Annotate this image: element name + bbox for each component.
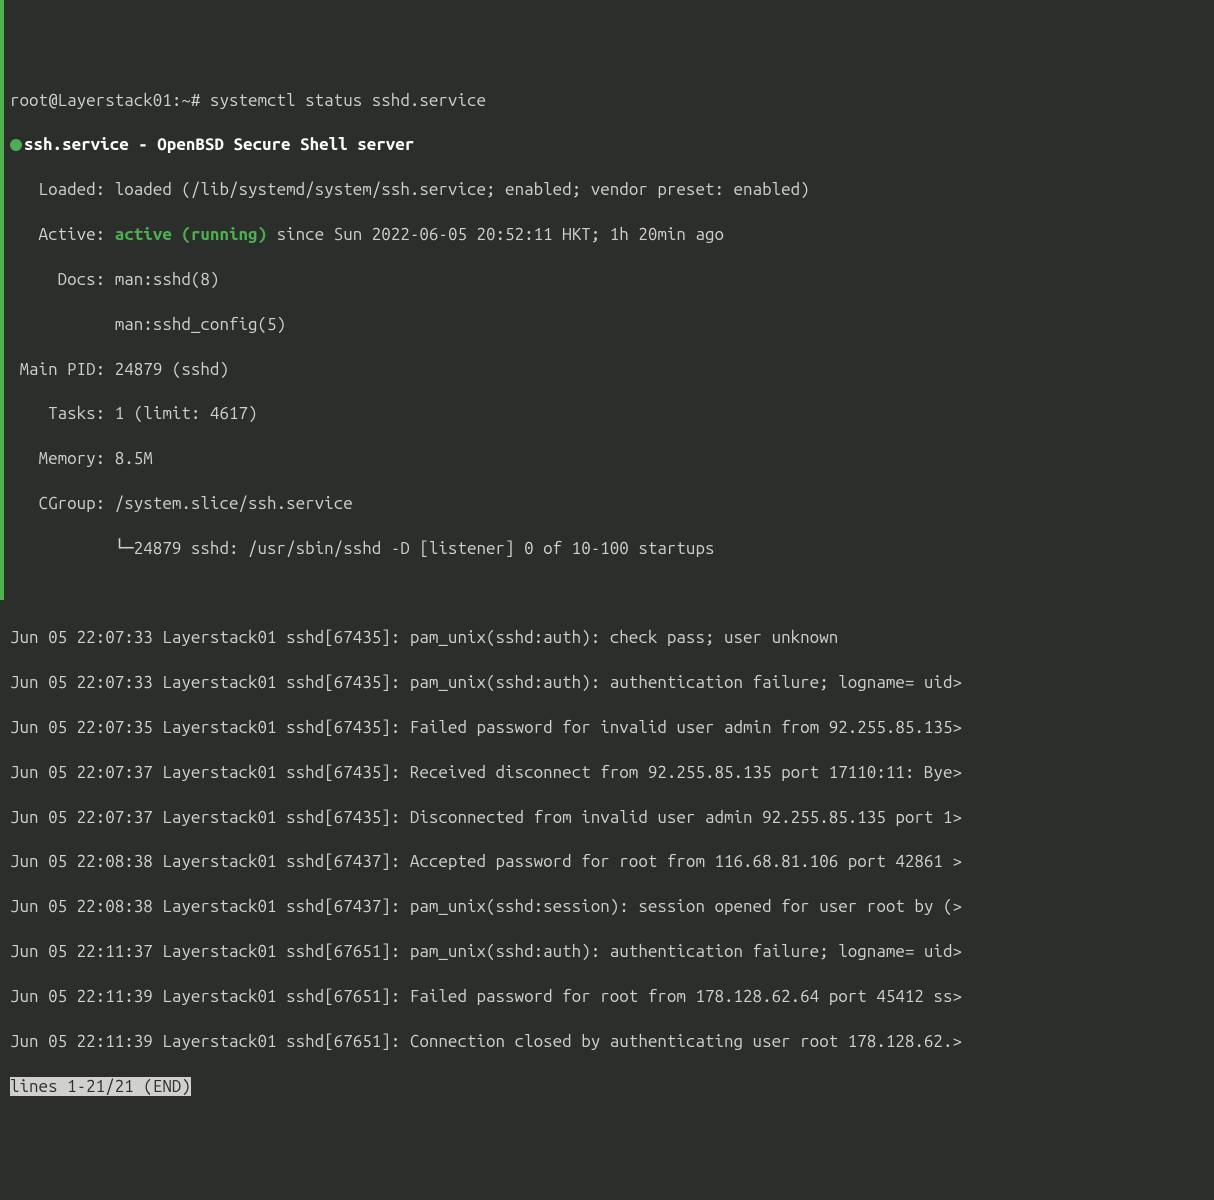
command-text: systemctl status sshd.service	[210, 91, 486, 110]
loaded-line: Loaded: loaded (/lib/systemd/system/ssh.…	[10, 179, 1214, 201]
memory-label: Memory:	[10, 449, 115, 468]
log-line: Jun 05 22:07:37 Layerstack01 sshd[67435]…	[10, 807, 1214, 829]
shell-prompt: root@Layerstack01:~#	[10, 91, 210, 110]
active-label: Active:	[10, 225, 115, 244]
cgroup-value: /system.slice/ssh.service	[115, 494, 353, 513]
tasks-label: Tasks:	[10, 404, 115, 423]
active-since: since Sun 2022-06-05 20:52:11 HKT; 1h 20…	[267, 225, 724, 244]
docs-line-1: Docs: man:sshd(8)	[10, 269, 1214, 291]
tasks-line: Tasks: 1 (limit: 4617)	[10, 403, 1214, 425]
log-line: Jun 05 22:08:38 Layerstack01 sshd[67437]…	[10, 851, 1214, 873]
log-line: Jun 05 22:08:38 Layerstack01 sshd[67437]…	[10, 896, 1214, 918]
log-line: Jun 05 22:07:33 Layerstack01 sshd[67435]…	[10, 627, 1214, 649]
tasks-value: 1 (limit: 4617)	[115, 404, 258, 423]
loaded-label: Loaded:	[10, 180, 115, 199]
prompt-line: root@Layerstack01:~# systemctl status ss…	[10, 90, 1214, 112]
active-status: active (running)	[115, 225, 267, 244]
cgroup-tree: └─24879 sshd: /usr/sbin/sshd -D [listene…	[10, 539, 714, 558]
terminal-output[interactable]: root@Layerstack01:~# systemctl status ss…	[4, 67, 1214, 1120]
log-line: Jun 05 22:07:33 Layerstack01 sshd[67435]…	[10, 672, 1214, 694]
pager-status-text: lines 1-21/21 (END)	[10, 1077, 191, 1096]
mainpid-label: Main PID:	[10, 360, 115, 379]
docs-value-1: man:sshd(8)	[115, 270, 220, 289]
docs-line-2: man:sshd_config(5)	[10, 314, 1214, 336]
cgroup-label: CGroup:	[10, 494, 115, 513]
unit-header: ssh.service - OpenBSD Secure Shell serve…	[10, 134, 1214, 156]
active-line: Active: active (running) since Sun 2022-…	[10, 224, 1214, 246]
memory-line: Memory: 8.5M	[10, 448, 1214, 470]
log-line: Jun 05 22:07:35 Layerstack01 sshd[67435]…	[10, 717, 1214, 739]
log-line: Jun 05 22:11:39 Layerstack01 sshd[67651]…	[10, 986, 1214, 1008]
pager-status-line[interactable]: lines 1-21/21 (END)	[10, 1076, 1214, 1098]
mainpid-line: Main PID: 24879 (sshd)	[10, 359, 1214, 381]
docs-label: Docs:	[10, 270, 115, 289]
loaded-value: loaded (/lib/systemd/system/ssh.service;…	[115, 180, 810, 199]
blank-line	[10, 583, 1214, 605]
status-dot-icon	[10, 139, 22, 151]
log-line: Jun 05 22:07:37 Layerstack01 sshd[67435]…	[10, 762, 1214, 784]
mainpid-value: 24879 (sshd)	[115, 360, 229, 379]
unit-name: ssh.service - OpenBSD Secure Shell serve…	[24, 135, 414, 154]
log-line: Jun 05 22:11:39 Layerstack01 sshd[67651]…	[10, 1031, 1214, 1053]
docs-value-2: man:sshd_config(5)	[10, 315, 286, 334]
log-line: Jun 05 22:11:37 Layerstack01 sshd[67651]…	[10, 941, 1214, 963]
cgroup-tree-line: └─24879 sshd: /usr/sbin/sshd -D [listene…	[10, 538, 1214, 560]
cgroup-line: CGroup: /system.slice/ssh.service	[10, 493, 1214, 515]
memory-value: 8.5M	[115, 449, 153, 468]
